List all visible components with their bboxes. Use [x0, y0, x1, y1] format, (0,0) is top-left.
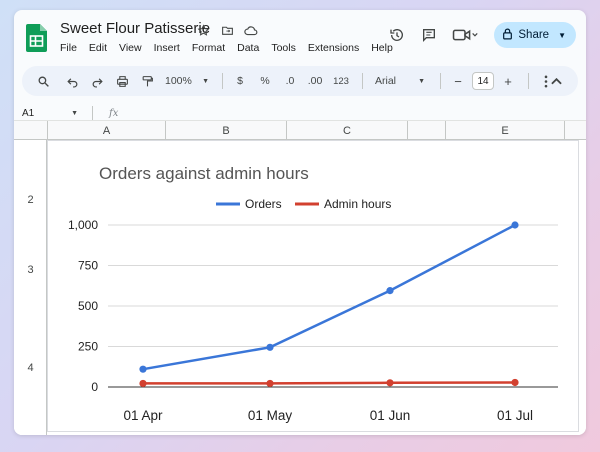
percent-format-button[interactable]: % [254, 70, 276, 92]
toolbar-divider [222, 73, 223, 89]
document-title[interactable]: Sweet Flour Patisserie [60, 20, 210, 37]
name-box-chevron-icon: ▼ [71, 109, 78, 117]
column-header-C[interactable]: C [286, 121, 407, 141]
row-header-2[interactable]: 2 [14, 194, 47, 206]
embedded-chart[interactable]: Orders against admin hours Orders Admin … [47, 140, 579, 432]
data-point-orders[interactable] [266, 343, 274, 351]
data-point-admin-hours[interactable] [511, 378, 519, 387]
line-chart: Orders against admin hours Orders Admin … [68, 164, 558, 423]
x-tick-label: 01 Jun [370, 408, 411, 423]
column-header-F[interactable] [564, 121, 586, 141]
chart-title: Orders against admin hours [99, 164, 309, 183]
legend-admin-label: Admin hours [324, 197, 391, 211]
move-folder-icon[interactable] [218, 21, 236, 39]
x-tick-label: 01 Jul [497, 408, 533, 423]
undo-icon[interactable] [61, 70, 83, 92]
series-line-admin-hours [143, 381, 516, 385]
zoom-chevron-icon: ▼ [202, 77, 209, 85]
search-menus-icon[interactable] [32, 70, 54, 92]
increase-decimal-button[interactable]: .00 [304, 70, 326, 92]
share-button[interactable]: Share ▼ [494, 22, 576, 48]
title-bar: Sweet Flour Patisserie File Edit View In… [14, 10, 586, 66]
column-header-B[interactable]: B [165, 121, 286, 141]
sheet-grid[interactable]: A B C E 2 3 4 Orders against admin hours… [14, 120, 586, 435]
column-header-D[interactable] [407, 121, 445, 141]
data-point-admin-hours[interactable] [139, 379, 147, 388]
data-point-admin-hours[interactable] [386, 379, 394, 387]
collapse-menus-icon[interactable] [545, 70, 567, 92]
row-header-4[interactable]: 4 [14, 362, 47, 374]
toolbar: 100% ▼ $ % .0 .00 123 Arial ▼ − 14 + [22, 66, 578, 96]
toolbar-divider [362, 73, 363, 89]
menu-edit[interactable]: Edit [89, 42, 113, 54]
increase-font-size-button[interactable]: + [497, 70, 519, 92]
formula-divider [92, 106, 93, 120]
more-formats-button[interactable]: 123 [329, 70, 353, 92]
column-header-E[interactable]: E [445, 121, 564, 141]
menu-extensions[interactable]: Extensions [308, 42, 365, 54]
y-tick-label: 0 [91, 380, 98, 394]
comments-icon[interactable] [418, 24, 440, 46]
function-icon: fx [109, 107, 119, 119]
legend: Orders Admin hours [216, 197, 391, 211]
x-axis-ticks: 01 Apr 01 May 01 Jun 01 Jul [123, 408, 533, 423]
toolbar-divider [440, 73, 441, 89]
font-value: Arial [375, 75, 397, 87]
y-tick-label: 500 [78, 299, 98, 313]
menu-insert[interactable]: Insert [154, 42, 186, 54]
x-tick-label: 01 May [248, 408, 293, 423]
decrease-decimal-button[interactable]: .0 [279, 70, 301, 92]
cell-reference: A1 [22, 107, 35, 119]
paint-format-icon[interactable] [136, 70, 158, 92]
print-icon[interactable] [111, 70, 133, 92]
font-select[interactable]: Arial ▼ [369, 70, 431, 92]
cloud-saved-icon[interactable] [242, 21, 260, 39]
menu-file[interactable]: File [60, 42, 83, 54]
data-point-admin-hours[interactable] [266, 379, 274, 388]
font-chevron-icon: ▼ [418, 77, 425, 85]
series-lines [139, 221, 519, 388]
menu-format[interactable]: Format [192, 42, 231, 54]
spreadsheet-window: Sweet Flour Patisserie File Edit View In… [14, 10, 586, 435]
menu-bar: File Edit View Insert Format Data Tools … [60, 42, 405, 54]
name-box[interactable]: A1 ▼ [14, 108, 84, 119]
meet-video-icon[interactable] [450, 24, 480, 46]
star-icon[interactable] [194, 21, 212, 39]
redo-icon[interactable] [86, 70, 108, 92]
zoom-value: 100% [165, 75, 192, 87]
share-label: Share [518, 29, 550, 41]
row-headers: 2 3 4 [14, 140, 47, 435]
column-headers: A B C E [14, 120, 586, 141]
y-tick-label: 750 [78, 259, 98, 273]
row-header-3[interactable]: 3 [14, 264, 47, 276]
data-point-orders[interactable] [511, 221, 519, 229]
y-tick-label: 250 [78, 340, 98, 354]
sheets-logo-icon[interactable] [26, 24, 47, 52]
menu-tools[interactable]: Tools [271, 42, 302, 54]
zoom-select[interactable]: 100% ▼ [161, 70, 213, 92]
series-line-orders [142, 223, 516, 371]
lock-icon [502, 28, 513, 43]
x-tick-label: 01 Apr [123, 408, 163, 423]
toolbar-divider [528, 73, 529, 89]
currency-format-button[interactable]: $ [229, 70, 251, 92]
menu-data[interactable]: Data [237, 42, 265, 54]
y-tick-label: 1,000 [68, 218, 98, 232]
font-size-input[interactable]: 14 [472, 72, 494, 90]
version-history-icon[interactable] [386, 24, 408, 46]
chevron-down-icon: ▼ [558, 30, 566, 40]
decrease-font-size-button[interactable]: − [447, 70, 469, 92]
data-point-orders[interactable] [139, 365, 147, 373]
data-point-orders[interactable] [386, 287, 394, 295]
legend-orders-label: Orders [245, 197, 282, 211]
menu-view[interactable]: View [119, 42, 148, 54]
y-axis-ticks: 0 250 500 750 1,000 [68, 218, 98, 394]
column-header-A[interactable]: A [47, 121, 165, 141]
